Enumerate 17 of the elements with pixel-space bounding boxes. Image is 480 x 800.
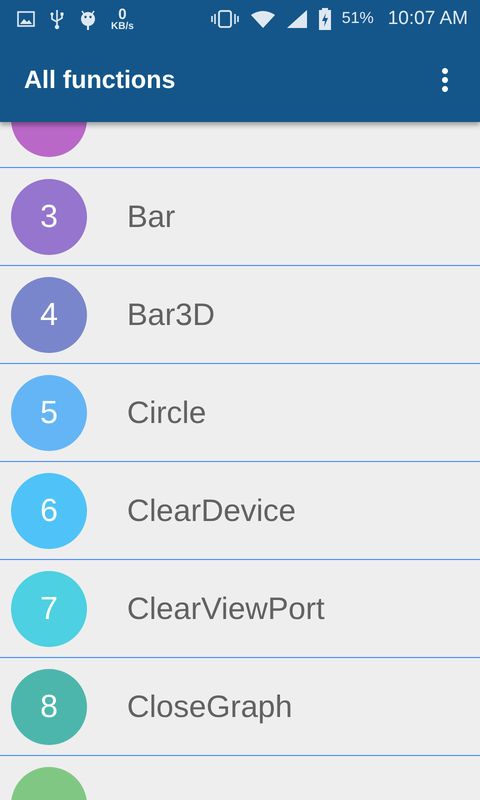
- function-name: ClearDevice: [127, 492, 296, 528]
- function-name: CloseGraph: [127, 688, 292, 724]
- number-avatar: 5: [11, 374, 87, 450]
- number-avatar: 4: [11, 276, 87, 352]
- number-avatar: 8: [11, 668, 87, 744]
- battery-percent: 51%: [342, 10, 374, 28]
- number-avatar: 3: [11, 178, 87, 254]
- function-name: Bar: [127, 198, 176, 234]
- toolbar-title: All functions: [24, 66, 176, 94]
- number-avatar: 6: [11, 472, 87, 548]
- function-name: ClearViewPort: [127, 590, 325, 626]
- speed-unit: KB/s: [111, 22, 134, 32]
- clock-time: 10:07 AM: [388, 8, 468, 30]
- function-name: Bar3D: [127, 296, 215, 332]
- number-avatar: 7: [11, 570, 87, 646]
- speed-value: 0: [118, 6, 127, 22]
- function-name: Circle: [127, 394, 206, 430]
